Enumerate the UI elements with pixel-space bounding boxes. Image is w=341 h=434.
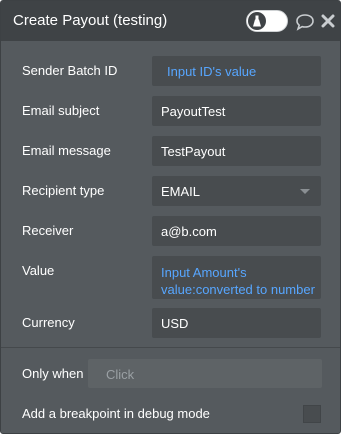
currency-label: Currency <box>22 315 75 330</box>
close-icon[interactable] <box>321 13 335 29</box>
email-message-label: Email message <box>22 143 111 158</box>
breakpoint-checkbox[interactable] <box>303 405 321 423</box>
only-when-label: Only when <box>22 366 84 381</box>
email-message-field[interactable]: TestPayout <box>152 136 321 166</box>
receiver-field[interactable]: a@b.com <box>152 216 321 246</box>
breakpoint-label: Add a breakpoint in debug mode <box>22 406 210 421</box>
only-when-condition-field[interactable]: Click <box>88 359 322 388</box>
sender-batch-id-label: Sender Batch ID <box>22 63 118 78</box>
value-field[interactable]: Input Amount's value:converted to number <box>152 256 321 299</box>
currency-field[interactable]: USD <box>152 308 321 338</box>
comment-icon[interactable] <box>295 13 315 31</box>
recipient-type-dropdown[interactable]: EMAIL <box>152 176 321 206</box>
debug-toggle[interactable] <box>246 10 288 32</box>
action-properties-panel: Create Payout (testing) Sender Batch ID … <box>0 0 341 434</box>
panel-title: Create Payout (testing) <box>13 12 168 29</box>
value-label: Value <box>22 263 55 278</box>
email-subject-field[interactable]: PayoutTest <box>152 96 321 126</box>
receiver-label: Receiver <box>22 223 74 238</box>
toggle-knob <box>248 12 266 30</box>
panel-header: Create Payout (testing) <box>1 1 340 41</box>
recipient-type-value: EMAIL <box>161 184 201 199</box>
recipient-type-label: Recipient type <box>22 183 105 198</box>
chevron-down-icon <box>300 189 310 194</box>
flask-icon <box>253 15 261 27</box>
section-divider <box>1 347 340 348</box>
sender-batch-id-field[interactable]: Input ID's value <box>152 56 321 86</box>
email-subject-label: Email subject <box>22 103 100 118</box>
